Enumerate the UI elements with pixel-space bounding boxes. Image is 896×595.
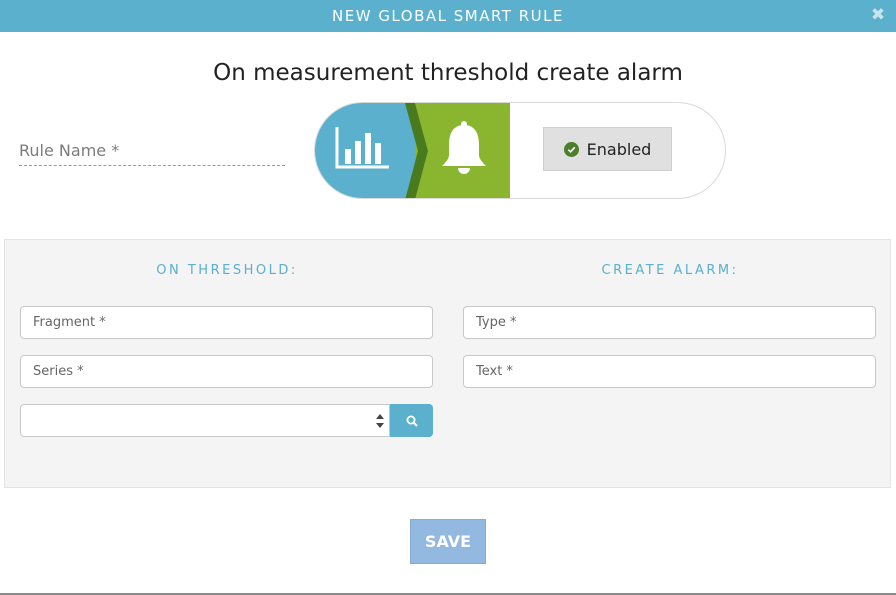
close-icon[interactable]: ✖: [869, 6, 887, 24]
rule-pipeline: Enabled: [314, 102, 726, 199]
text-input[interactable]: [464, 356, 875, 387]
type-input[interactable]: [464, 307, 875, 338]
enabled-toggle-button[interactable]: Enabled: [543, 127, 672, 171]
save-button[interactable]: SAVE: [410, 519, 486, 564]
enabled-label: Enabled: [586, 139, 652, 159]
threshold-select[interactable]: [20, 404, 390, 437]
rule-name-field[interactable]: [19, 135, 285, 166]
series-input[interactable]: [21, 356, 432, 387]
rule-heading: On measurement threshold create alarm: [213, 60, 683, 86]
smart-rule-dialog: NEW GLOBAL SMART RULE ✖ On measurement t…: [0, 0, 896, 595]
check-circle-icon: [563, 141, 579, 157]
create-alarm-title: CREATE ALARM:: [601, 263, 739, 278]
text-field[interactable]: [463, 355, 876, 388]
search-icon: [406, 415, 418, 427]
search-button[interactable]: [390, 404, 433, 437]
type-field[interactable]: [463, 306, 876, 339]
series-field[interactable]: [20, 355, 433, 388]
select-arrows-icon: [376, 414, 384, 428]
pipeline-graphic: [335, 103, 486, 198]
fragment-field[interactable]: [20, 306, 433, 339]
dialog-titlebar: NEW GLOBAL SMART RULE ✖: [0, 0, 896, 32]
dialog-title: NEW GLOBAL SMART RULE: [332, 7, 564, 25]
bar-chart-icon: [335, 127, 389, 169]
bell-icon: [442, 121, 486, 174]
rule-name-input[interactable]: [19, 135, 285, 165]
on-threshold-title: ON THRESHOLD:: [156, 263, 298, 278]
fragment-input[interactable]: [21, 307, 432, 338]
rule-config-panel: ON THRESHOLD: CREATE ALARM:: [4, 239, 891, 488]
